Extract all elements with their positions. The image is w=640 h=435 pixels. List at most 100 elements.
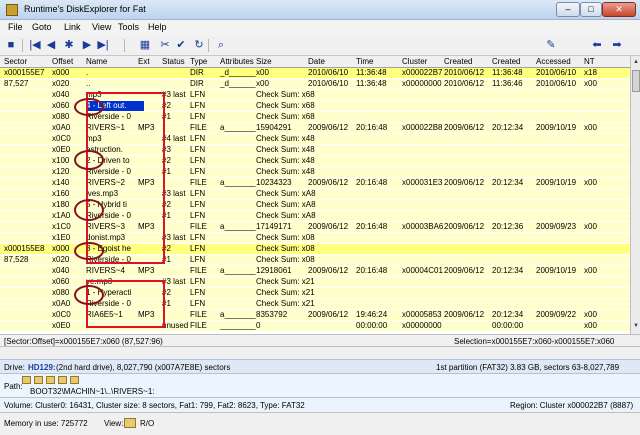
window-title: Runtime's DiskExplorer for Fat	[24, 4, 146, 14]
table-cell: 2010/06/10	[536, 68, 577, 77]
column-header[interactable]: Ext	[138, 57, 150, 66]
column-header[interactable]: NT	[584, 57, 595, 66]
table-cell: x140	[52, 178, 70, 187]
view-label: View:	[104, 419, 124, 428]
table-cell: LFN	[190, 90, 206, 99]
table-row[interactable]: 87,527 x020.. DIR _d______ x00 2010/06/10 11:3…	[0, 79, 630, 89]
column-header[interactable]: Offset	[52, 57, 73, 66]
table-cell: LFN	[190, 167, 206, 176]
table-cell: 11:36:48	[356, 79, 387, 88]
check-icon[interactable]: ✔	[174, 38, 188, 52]
table-icon[interactable]: ▦	[138, 38, 152, 52]
table-cell: x00	[584, 178, 597, 187]
folder-icon[interactable]	[70, 376, 79, 384]
column-header[interactable]: Cluster	[402, 57, 427, 66]
table-cell: x080	[52, 288, 70, 297]
drive-description: (2nd hard drive), 8,027,790 (x007A7E8E) …	[56, 363, 231, 372]
table-cell: x160	[52, 189, 70, 198]
table-cell: 19:46:24	[356, 310, 388, 319]
table-cell: 2009/10/19	[536, 123, 577, 132]
table-cell: 2010/06/10	[308, 68, 349, 77]
back-arrow-icon[interactable]: ⬅	[590, 38, 604, 52]
selection-readout: Selection=x000155E7:x060-x000155E7:x060	[454, 337, 615, 346]
table-row[interactable]: x000155E7 x000. DIR _d______ x00 2010/06/10 11…	[0, 68, 630, 78]
table-cell: a_______	[220, 178, 256, 187]
column-header-row: Sector Offset Name Ext Status Type Attributes S…	[0, 56, 630, 68]
folder-icon[interactable]	[22, 376, 31, 384]
folder-icon[interactable]	[34, 376, 43, 384]
minimize-button[interactable]: –	[556, 2, 580, 17]
table-cell: .	[86, 68, 89, 77]
table-cell: FILE	[190, 321, 207, 330]
table-row[interactable]: x040 RIVERS~4 MP3 FILE a_______ 12918061 2009/…	[0, 266, 630, 276]
table-cell: x00	[256, 68, 269, 77]
column-header[interactable]: Name	[86, 57, 107, 66]
column-header[interactable]: Type	[190, 57, 207, 66]
table-cell: 20:16:48	[356, 266, 388, 275]
column-header[interactable]: Created	[492, 57, 520, 66]
menu-tools[interactable]: Tools	[118, 22, 139, 32]
cut-icon[interactable]: ✂	[158, 38, 172, 52]
table-cell: _d______	[220, 68, 256, 77]
folder-icon[interactable]	[58, 376, 67, 384]
table-cell: x00	[584, 321, 597, 330]
column-header[interactable]: Sector	[4, 57, 27, 66]
find-icon[interactable]: ⌕	[214, 38, 228, 52]
table-cell: x020	[52, 79, 70, 88]
last-icon[interactable]: ▶|	[96, 38, 110, 52]
table-cell: x00003BA6	[402, 222, 444, 231]
column-header[interactable]: Time	[356, 57, 373, 66]
column-header[interactable]: Status	[162, 57, 185, 66]
save-icon[interactable]: ■	[4, 38, 18, 52]
vertical-scrollbar[interactable]: ▲ ▼	[630, 56, 640, 334]
table-cell: 0	[256, 321, 261, 330]
toolbar: ■ |◀ ◀ ✱ ▶ ▶| ▦ ✂ ✔ ↻ ⌕ ✎ ⬅ ➡	[0, 36, 640, 56]
table-cell: a_______	[220, 123, 256, 132]
column-header[interactable]: Accessed	[536, 57, 571, 66]
table-cell: LFN	[190, 299, 206, 308]
column-header[interactable]: Attributes	[220, 57, 254, 66]
menu-file[interactable]: File	[8, 22, 23, 32]
view-mode-icon[interactable]	[124, 418, 136, 428]
column-header[interactable]: Size	[256, 57, 272, 66]
menu-goto[interactable]: Goto	[32, 22, 52, 32]
prev-block-icon[interactable]: ◀	[44, 38, 58, 52]
memory-bar: Memory in use: 725772 View: R/O	[0, 412, 640, 435]
table-cell: x040	[52, 266, 70, 275]
close-button[interactable]: ✕	[602, 2, 636, 17]
table-cell: x000031E3	[402, 178, 443, 187]
menu-view[interactable]: View	[92, 22, 111, 32]
table-cell: a_______	[220, 222, 256, 231]
table-cell: x080	[52, 112, 70, 121]
table-cell: x00	[584, 310, 597, 319]
table-cell: ..	[86, 79, 91, 88]
drive-id[interactable]: HD129:	[28, 363, 56, 372]
table-cell: x00	[584, 222, 597, 231]
next-block-icon[interactable]: ▶	[80, 38, 94, 52]
first-icon[interactable]: |◀	[28, 38, 42, 52]
table-cell: Check Sum: xA8	[256, 189, 316, 198]
column-header[interactable]: Date	[308, 57, 325, 66]
title-bar: Runtime's DiskExplorer for Fat – □ ✕	[0, 0, 640, 20]
menu-link[interactable]: Link	[64, 22, 81, 32]
forward-arrow-icon[interactable]: ➡	[610, 38, 624, 52]
scroll-thumb[interactable]	[632, 70, 640, 92]
menu-help[interactable]: Help	[148, 22, 167, 32]
column-header[interactable]: Created	[444, 57, 472, 66]
table-cell: x000	[52, 244, 70, 253]
maximize-button[interactable]: □	[580, 2, 602, 17]
jump-icon[interactable]: ✱	[62, 38, 76, 52]
table-cell: LFN	[190, 277, 206, 286]
table-cell: x020	[52, 255, 70, 264]
refresh-icon[interactable]: ↻	[192, 38, 206, 52]
table-cell: x0C0	[52, 134, 71, 143]
folder-icon[interactable]	[46, 376, 55, 384]
drive-bar: Drive: HD129: (2nd hard drive), 8,027,79…	[0, 359, 640, 373]
bookmark-icon[interactable]: ✎	[544, 38, 558, 52]
table-cell: Check Sum: x48	[256, 145, 315, 154]
scroll-up-icon[interactable]: ▲	[632, 58, 640, 66]
scroll-down-icon[interactable]: ▼	[632, 322, 640, 330]
path-bar: Path: BOOT32\MACHIN~1\..\RIVERS~1:	[0, 373, 640, 397]
table-cell: Check Sum: x48	[256, 134, 315, 143]
table-cell: 20:16:48	[356, 178, 388, 187]
